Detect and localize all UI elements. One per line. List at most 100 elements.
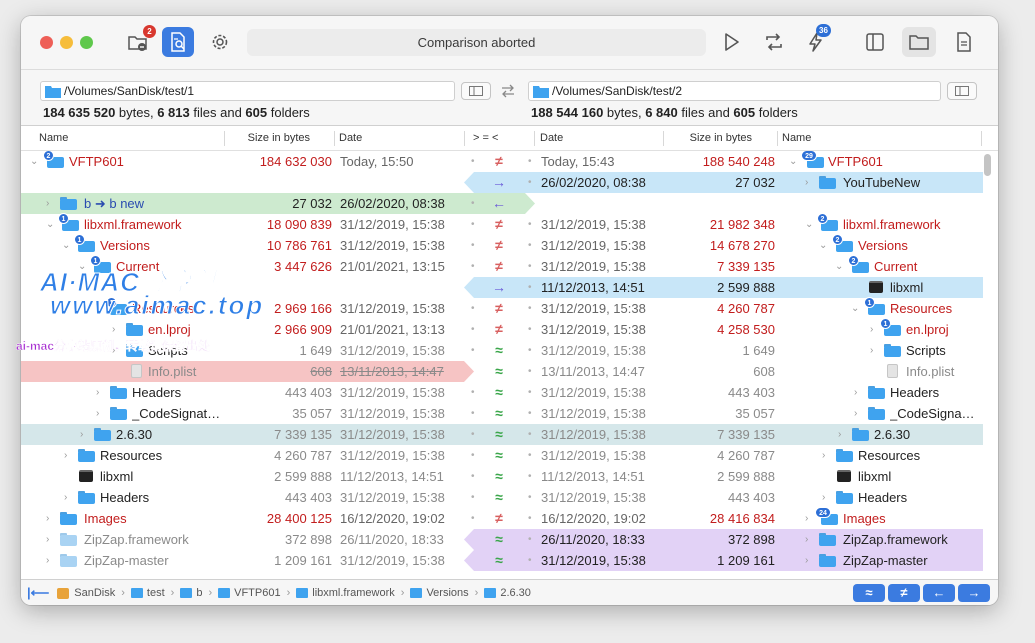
right-date: 31/12/2019, 15:38 — [541, 301, 646, 316]
folder-icon: 1 — [880, 318, 901, 336]
chevron-down-icon[interactable]: ⌄ — [30, 151, 38, 172]
left-name-header[interactable]: Name — [39, 126, 68, 151]
settings-button[interactable] — [204, 27, 236, 57]
right-date: 13/11/2013, 14:47 — [541, 364, 645, 379]
chevron-down-icon[interactable]: ⌄ — [819, 235, 827, 256]
status-bar: |⟵ SanDisk › test › b › VFTP601 › libxml… — [21, 579, 998, 605]
chevron-right-icon[interactable]: › — [854, 403, 857, 424]
chevron-right-icon[interactable]: › — [46, 193, 49, 214]
left-date-header[interactable]: Date — [339, 126, 362, 151]
collapse-left-icon[interactable]: |⟵ — [27, 580, 49, 605]
chevron-right-icon[interactable]: › — [64, 445, 67, 466]
right-name: Current — [874, 259, 918, 274]
chevron-right-icon[interactable]: › — [870, 319, 873, 340]
right-name: Headers — [890, 385, 940, 400]
table-row[interactable]: ⌄ 1 libxml.framework 18 090 839 31/12/20… — [21, 213, 983, 235]
folder-mode-button[interactable] — [902, 27, 936, 57]
breadcrumb-item[interactable]: 2.6.30 — [500, 580, 531, 605]
compare-header[interactable]: > = < — [473, 126, 498, 151]
chevron-right-icon[interactable]: › — [822, 487, 825, 508]
table-row[interactable]: › Resources 4 260 787 31/12/2019, 15:38 … — [21, 445, 983, 466]
table-row[interactable]: › Headers 443 403 31/12/2019, 15:38 • ≈ … — [21, 487, 983, 508]
table-row[interactable]: Info.plist 608 13/11/2013, 14:47 ≈ • 13/… — [21, 361, 983, 382]
breadcrumb-item[interactable]: VFTP601 — [234, 580, 280, 605]
chevron-down-icon[interactable]: ⌄ — [805, 214, 813, 235]
left-browse-button[interactable] — [461, 82, 491, 100]
vertical-scrollbar[interactable] — [984, 154, 991, 176]
chevron-right-icon[interactable]: › — [64, 487, 67, 508]
table-row[interactable]: › b ➜ b new 27 032 26/02/2020, 08:38 • ← — [21, 193, 983, 214]
right-browse-button[interactable] — [947, 82, 977, 100]
table-row[interactable]: › ZipZap-master 1 209 161 31/12/2019, 15… — [21, 550, 983, 571]
breadcrumb-item[interactable]: b — [196, 580, 202, 605]
status-field: Comparison aborted — [247, 29, 706, 56]
show-different-button[interactable]: ≠ — [888, 584, 920, 602]
chevron-right-icon[interactable]: › — [805, 508, 808, 529]
compare-result: ≈ — [495, 342, 503, 358]
table-row-selected[interactable]: › 2.6.30 7 339 135 31/12/2019, 15:38 • ≈… — [21, 424, 983, 445]
sync-button[interactable] — [758, 27, 790, 57]
table-row[interactable]: libxml 2 599 888 11/12/2013, 14:51 • ≈ •… — [21, 466, 983, 487]
show-equal-button[interactable]: ≈ — [853, 584, 885, 602]
chevron-right-icon[interactable]: › — [854, 382, 857, 403]
chevron-right-icon[interactable]: › — [46, 529, 49, 550]
chevron-down-icon[interactable]: ⌄ — [789, 151, 797, 172]
left-path-field[interactable]: /Volumes/SanDisk/test/1 — [40, 81, 455, 101]
right-size: 188 540 248 — [702, 154, 775, 169]
chevron-right-icon[interactable]: › — [80, 424, 83, 445]
breadcrumb-item[interactable]: Versions — [426, 580, 468, 605]
breadcrumb-item[interactable]: test — [147, 580, 165, 605]
chevron-right-icon[interactable]: › — [46, 550, 49, 571]
left-date: 31/12/2019, 15:38 — [340, 427, 445, 442]
chevron-down-icon[interactable]: ⌄ — [851, 298, 859, 319]
zoom-window-button[interactable] — [80, 36, 93, 49]
compare-content-button[interactable] — [162, 27, 194, 57]
chevron-right-icon[interactable]: › — [822, 445, 825, 466]
breadcrumb-item[interactable]: libxml.framework — [312, 580, 395, 605]
chevron-down-icon[interactable]: ⌄ — [46, 214, 54, 235]
table-row[interactable]: › _CodeSignat… 35 057 31/12/2019, 15:38 … — [21, 403, 983, 424]
minimize-window-button[interactable] — [60, 36, 73, 49]
right-date: 26/02/2020, 08:38 — [541, 175, 646, 190]
table-row[interactable]: → • 26/02/2020, 08:38 27 032 › YouTubeNe… — [21, 172, 983, 193]
right-date-header[interactable]: Date — [540, 126, 563, 151]
watermark-note: ai-mac分享站原创，转载请保留出处 — [16, 339, 211, 353]
right-path-field[interactable]: /Volumes/SanDisk/test/2 — [528, 81, 941, 101]
file-mode-button[interactable] — [948, 27, 980, 57]
sidebar-toggle-button[interactable] — [859, 27, 891, 57]
swap-sides-button[interactable] — [499, 82, 521, 102]
actions-button[interactable]: 36 — [800, 24, 832, 57]
chevron-right-icon[interactable]: › — [870, 340, 873, 361]
chevron-right-icon[interactable]: › — [805, 550, 808, 571]
chevron-right-icon[interactable]: › — [96, 403, 99, 424]
comparison-list[interactable]: ⌄ 2 VFTP601 184 632 030 Today, 15:50 • ≠… — [21, 151, 983, 571]
folder-icon — [60, 197, 77, 210]
chevron-down-icon[interactable]: ⌄ — [62, 235, 70, 256]
left-name: 2.6.30 — [116, 427, 153, 442]
table-row[interactable]: › Headers 443 403 31/12/2019, 15:38 • ≈ … — [21, 382, 983, 403]
folder-icon — [852, 428, 869, 441]
show-right-only-button[interactable]: → — [958, 584, 990, 602]
right-size-header[interactable]: Size in bytes — [669, 126, 752, 151]
breadcrumb-item[interactable]: SanDisk — [74, 580, 115, 605]
start-button[interactable] — [715, 27, 747, 57]
watermark-url: www.aimac.top — [49, 290, 265, 321]
chevron-right-icon[interactable]: › — [46, 508, 49, 529]
chevron-right-icon[interactable]: › — [96, 382, 99, 403]
chevron-right-icon[interactable]: › — [805, 172, 808, 193]
close-window-button[interactable] — [40, 36, 53, 49]
table-row[interactable]: › ZipZap.framework 372 898 26/11/2020, 1… — [21, 529, 983, 550]
right-size: 1 649 — [742, 343, 775, 358]
table-row[interactable]: › Images 28 400 125 16/12/2020, 19:02 • … — [21, 507, 983, 529]
right-date: 11/12/2013, 14:51 — [541, 280, 645, 295]
left-size-header[interactable]: Size in bytes — [227, 126, 310, 151]
right-name-header[interactable]: Name — [782, 126, 811, 151]
show-left-only-button[interactable]: ← — [923, 584, 955, 602]
chevron-down-icon[interactable]: ⌄ — [835, 256, 843, 277]
filter-button[interactable]: 2 — [122, 25, 156, 57]
chevron-right-icon[interactable]: › — [805, 529, 808, 550]
chevron-right-icon[interactable]: › — [838, 424, 841, 445]
table-row[interactable]: ⌄ 1 Versions 10 786 761 31/12/2019, 15:3… — [21, 234, 983, 256]
table-row[interactable]: ⌄ 2 VFTP601 184 632 030 Today, 15:50 • ≠… — [21, 151, 983, 172]
right-size: 443 403 — [728, 385, 775, 400]
